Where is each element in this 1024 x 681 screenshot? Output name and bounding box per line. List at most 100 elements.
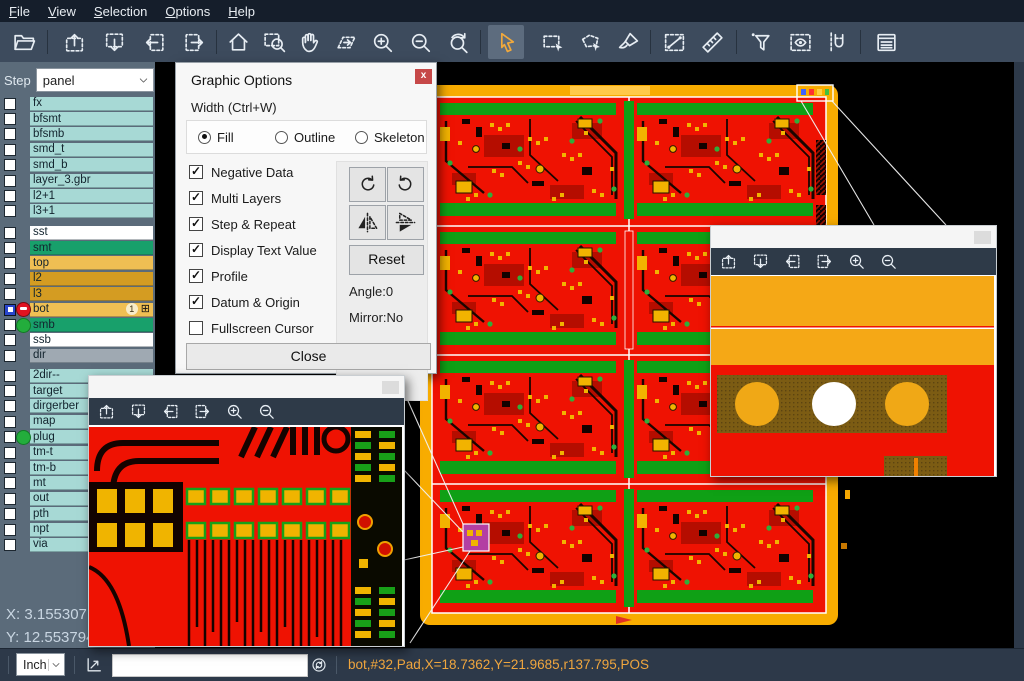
layer-visibility-checkbox[interactable]	[4, 205, 16, 217]
pan-left-icon[interactable]	[777, 251, 807, 273]
checkbox-step-repeat[interactable]: Step & Repeat	[189, 215, 296, 233]
layer-visibility-checkbox[interactable]	[4, 175, 16, 187]
radio-dot[interactable]	[355, 131, 368, 144]
magnifier-window-right[interactable]	[710, 225, 997, 477]
open-folder-icon[interactable]	[8, 27, 40, 57]
flip-vertical-button[interactable]	[387, 205, 424, 240]
layer-name[interactable]: bfsmt	[30, 112, 153, 126]
magnifier-view[interactable]	[89, 427, 402, 646]
reset-button[interactable]: Reset	[349, 245, 424, 275]
layer-row[interactable]: l2+1	[0, 188, 155, 203]
zoom-out-icon[interactable]	[251, 401, 281, 423]
layer-row[interactable]: sst	[0, 225, 155, 240]
menu-file[interactable]: File	[0, 4, 39, 19]
layer-row[interactable]: l3+1	[0, 204, 155, 219]
layer-visibility-checkbox[interactable]	[4, 304, 16, 316]
layer-visibility-checkbox[interactable]	[4, 113, 16, 125]
layer-name[interactable]: ssb	[30, 333, 153, 347]
layer-row[interactable]: smd_b	[0, 158, 155, 173]
layer-visibility-checkbox[interactable]	[4, 350, 16, 362]
radio-outline[interactable]: Outline	[275, 121, 335, 153]
magnifier-titlebar[interactable]	[89, 376, 404, 398]
layer-name[interactable]: bot 1 ⊞	[30, 303, 153, 317]
layer-visibility-checkbox[interactable]	[4, 524, 16, 536]
layer-name[interactable]: l3	[30, 287, 153, 301]
layer-name[interactable]: bfsmb	[30, 127, 153, 141]
layer-visibility-checkbox[interactable]	[4, 159, 16, 171]
hand-pan-icon[interactable]	[294, 27, 326, 57]
snap-magnet-icon[interactable]	[822, 27, 854, 57]
radio-skeleton[interactable]: Skeleton	[355, 121, 425, 153]
radio-fill[interactable]: Fill	[198, 121, 234, 153]
layer-row[interactable]: smd_t	[0, 142, 155, 157]
layer-visibility-checkbox[interactable]	[4, 508, 16, 520]
checkbox-fullscreen-cursor[interactable]: Fullscreen Cursor	[189, 319, 314, 337]
pan-down-icon[interactable]	[745, 251, 775, 273]
layer-visibility-checkbox[interactable]	[4, 539, 16, 551]
home-view-icon[interactable]	[222, 27, 254, 57]
layer-visibility-checkbox[interactable]	[4, 227, 16, 239]
layer-visibility-checkbox[interactable]	[4, 334, 16, 346]
layer-row-bot[interactable]: bot 1 ⊞	[0, 302, 155, 317]
layer-name[interactable]: top	[30, 256, 153, 270]
layer-visibility-checkbox[interactable]	[4, 319, 16, 331]
layer-name[interactable]: l3+1	[30, 204, 153, 218]
layer-visibility-checkbox[interactable]	[4, 128, 16, 140]
checkbox-multi-layers[interactable]: Multi Layers	[189, 189, 281, 207]
magnifier-window-left[interactable]	[88, 375, 405, 647]
layer-name[interactable]: l2+1	[30, 189, 153, 203]
filter-icon[interactable]	[744, 27, 776, 57]
window-button[interactable]	[974, 231, 991, 244]
view-box-icon[interactable]	[784, 27, 816, 57]
pan-left-icon[interactable]	[138, 27, 170, 57]
layer-name[interactable]: smd_b	[30, 158, 153, 172]
zoom-area-icon[interactable]	[258, 27, 290, 57]
pan-down-icon[interactable]	[123, 401, 153, 423]
step-dropdown[interactable]: panel	[36, 68, 154, 92]
layer-row[interactable]: ssb	[0, 333, 155, 348]
layer-visibility-checkbox[interactable]	[4, 493, 16, 505]
layer-visibility-checkbox[interactable]	[4, 257, 16, 269]
magnifier-view[interactable]	[711, 276, 994, 476]
zoom-in-icon[interactable]	[841, 251, 871, 273]
layer-row-smb[interactable]: smb	[0, 317, 155, 332]
layer-name[interactable]: layer_3.gbr	[30, 174, 153, 188]
ruler-icon[interactable]	[696, 27, 728, 57]
layer-visibility-checkbox[interactable]	[4, 288, 16, 300]
layer-visibility-checkbox[interactable]	[4, 431, 16, 443]
pan-right-icon[interactable]	[187, 401, 217, 423]
doc-list-icon[interactable]	[870, 27, 902, 57]
rotate-cw-button[interactable]	[349, 167, 386, 202]
pan-right-icon[interactable]	[178, 27, 210, 57]
layer-visibility-checkbox[interactable]	[4, 400, 16, 412]
radio-dot[interactable]	[275, 131, 288, 144]
rect-select-icon[interactable]	[536, 27, 568, 57]
layer-visibility-checkbox[interactable]	[4, 385, 16, 397]
window-button[interactable]	[382, 381, 399, 394]
layer-row[interactable]: bfsmt	[0, 111, 155, 126]
zoom-out-icon[interactable]	[873, 251, 903, 273]
clean-brush-icon[interactable]	[612, 27, 644, 57]
pan-right-icon[interactable]	[809, 251, 839, 273]
layer-row[interactable]: fx	[0, 96, 155, 111]
checkbox-profile[interactable]: Profile	[189, 267, 248, 285]
select-cursor-icon[interactable]	[488, 25, 524, 59]
pan-down-icon[interactable]	[98, 27, 130, 57]
zoom-in-icon[interactable]	[219, 401, 249, 423]
measure-distance-icon[interactable]	[658, 27, 690, 57]
zoom-out-icon[interactable]	[404, 27, 436, 57]
pan-left-icon[interactable]	[155, 401, 185, 423]
rotate-ccw-button[interactable]	[387, 167, 424, 202]
layer-name[interactable]: sst	[30, 226, 153, 240]
layer-row[interactable]: bfsmb	[0, 127, 155, 142]
pan-up-icon[interactable]	[91, 401, 121, 423]
layer-row[interactable]: layer_3.gbr	[0, 173, 155, 188]
checkbox-display-text-value[interactable]: Display Text Value	[189, 241, 317, 259]
layer-visibility-checkbox[interactable]	[4, 370, 16, 382]
command-input[interactable]	[112, 654, 308, 677]
layer-visibility-checkbox[interactable]	[4, 462, 16, 474]
layer-visibility-checkbox[interactable]	[4, 416, 16, 428]
layer-visibility-checkbox[interactable]	[4, 144, 16, 156]
menu-selection[interactable]: Selection	[85, 4, 156, 19]
layer-row[interactable]: l2	[0, 271, 155, 286]
